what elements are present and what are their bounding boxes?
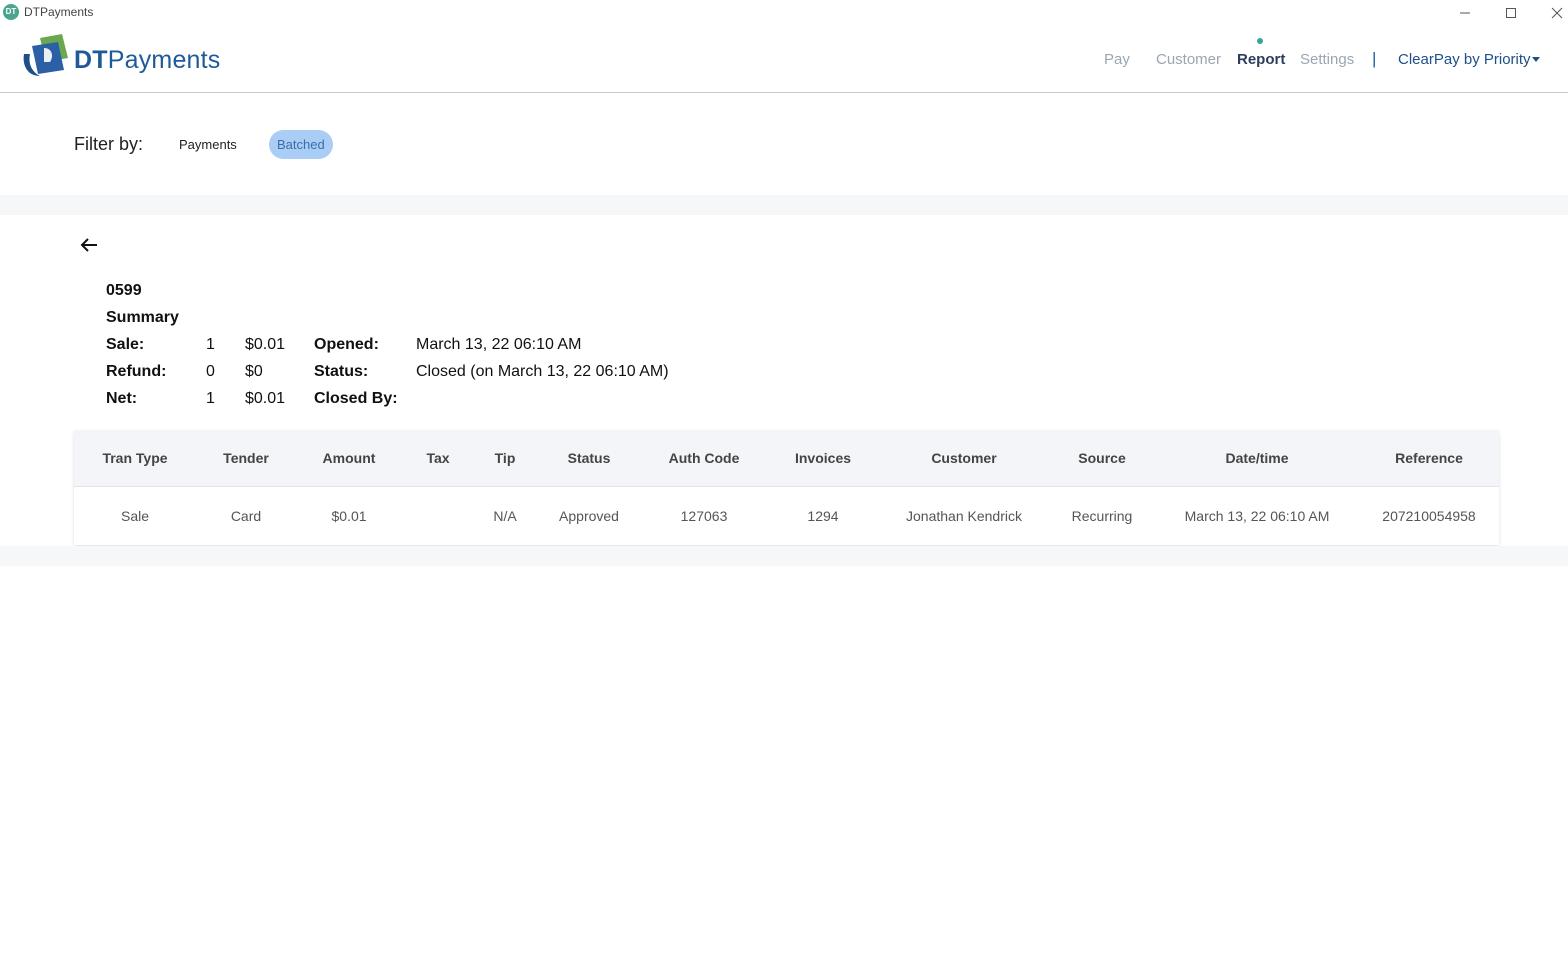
summary-label: Net: [106, 390, 138, 407]
filter-payments-chip[interactable]: Payments [171, 130, 245, 159]
nav-report[interactable]: Report [1237, 51, 1285, 68]
nav-separator: | [1372, 49, 1377, 68]
summary-field-value: Closed (on March 13, 22 06:10 AM) [416, 363, 669, 380]
cell-amount: $0.01 [331, 508, 367, 524]
column-header[interactable]: Invoices [795, 450, 851, 466]
cell-status: Approved [559, 508, 619, 524]
summary-field-label: Status: [314, 363, 369, 380]
active-nav-indicator [1257, 38, 1263, 44]
cell-source: Recurring [1071, 508, 1133, 524]
cell-tip: N/A [493, 508, 517, 524]
close-button[interactable] [1534, 0, 1568, 26]
cell-invoices: 1294 [807, 508, 839, 524]
summary-field-value: March 13, 22 06:10 AM [416, 336, 582, 353]
nav-pay[interactable]: Pay [1104, 51, 1130, 68]
column-header[interactable]: Tender [223, 450, 269, 466]
column-header[interactable]: Tran Type [102, 450, 167, 466]
batch-number: 0599 [106, 282, 142, 299]
column-header[interactable]: Date/time [1225, 450, 1288, 466]
close-icon [1551, 7, 1563, 19]
column-header[interactable]: Tip [495, 450, 516, 466]
arrow-left-icon [80, 238, 97, 252]
logo-text: DTPayments [74, 46, 221, 74]
dtpayments-logo[interactable]: DTPayments [18, 32, 221, 82]
summary-count: 1 [206, 390, 215, 407]
summary-count: 1 [206, 336, 215, 353]
minimize-button[interactable] [1442, 0, 1488, 26]
summary-field-label: Opened: [314, 336, 379, 353]
summary-heading: Summary [106, 309, 179, 326]
column-header[interactable]: Auth Code [669, 450, 740, 466]
filter-batched-chip[interactable]: Batched [269, 130, 333, 159]
maximize-button[interactable] [1488, 0, 1534, 26]
chevron-down-icon[interactable] [1532, 57, 1540, 62]
app-header: DTPayments Pay Customer Report Settings … [0, 26, 1568, 93]
summary-count: 0 [206, 363, 215, 380]
logo-mark-icon [23, 34, 68, 76]
summary-amount: $0 [245, 363, 263, 380]
maximize-icon [1506, 8, 1516, 18]
column-header[interactable]: Customer [931, 450, 996, 466]
cell-tender: Card [230, 508, 262, 524]
section-divider [0, 195, 1568, 215]
column-header[interactable]: Tax [426, 450, 449, 466]
cell-auth-code: 127063 [680, 508, 728, 524]
window-titlebar: DT DTPayments [0, 0, 1568, 26]
app-icon: DT [3, 4, 19, 20]
nav-settings[interactable]: Settings [1300, 51, 1354, 68]
cell-tran-type: Sale [120, 508, 150, 524]
nav-customer[interactable]: Customer [1156, 51, 1221, 68]
minimize-icon [1460, 12, 1470, 14]
cell-datetime: March 13, 22 06:10 AM [1184, 508, 1330, 524]
cell-reference: 207210054958 [1382, 508, 1476, 524]
table-row[interactable]: Sale Card $0.01 N/A Approved 127063 1294… [74, 487, 1499, 545]
summary-amount: $0.01 [245, 336, 286, 353]
section-divider [0, 546, 1568, 566]
window-title: DTPayments [24, 5, 94, 19]
table-header: Tran Type Tender Amount Tax Tip Status A… [74, 430, 1499, 487]
merchant-selector[interactable]: ClearPay by Priority [1398, 51, 1531, 68]
summary-amount: $0.01 [245, 390, 286, 407]
back-button[interactable] [78, 234, 100, 256]
summary-label: Sale: [106, 336, 145, 353]
cell-customer: Jonathan Kendrick [906, 508, 1022, 524]
filter-label: Filter by: [74, 134, 144, 154]
column-header[interactable]: Source [1078, 450, 1125, 466]
column-header[interactable]: Status [568, 450, 611, 466]
summary-field-label: Closed By: [314, 390, 398, 407]
summary-label: Refund: [106, 363, 167, 380]
transactions-table: Tran Type Tender Amount Tax Tip Status A… [74, 430, 1499, 545]
column-header[interactable]: Amount [323, 450, 376, 466]
column-header[interactable]: Reference [1395, 450, 1463, 466]
